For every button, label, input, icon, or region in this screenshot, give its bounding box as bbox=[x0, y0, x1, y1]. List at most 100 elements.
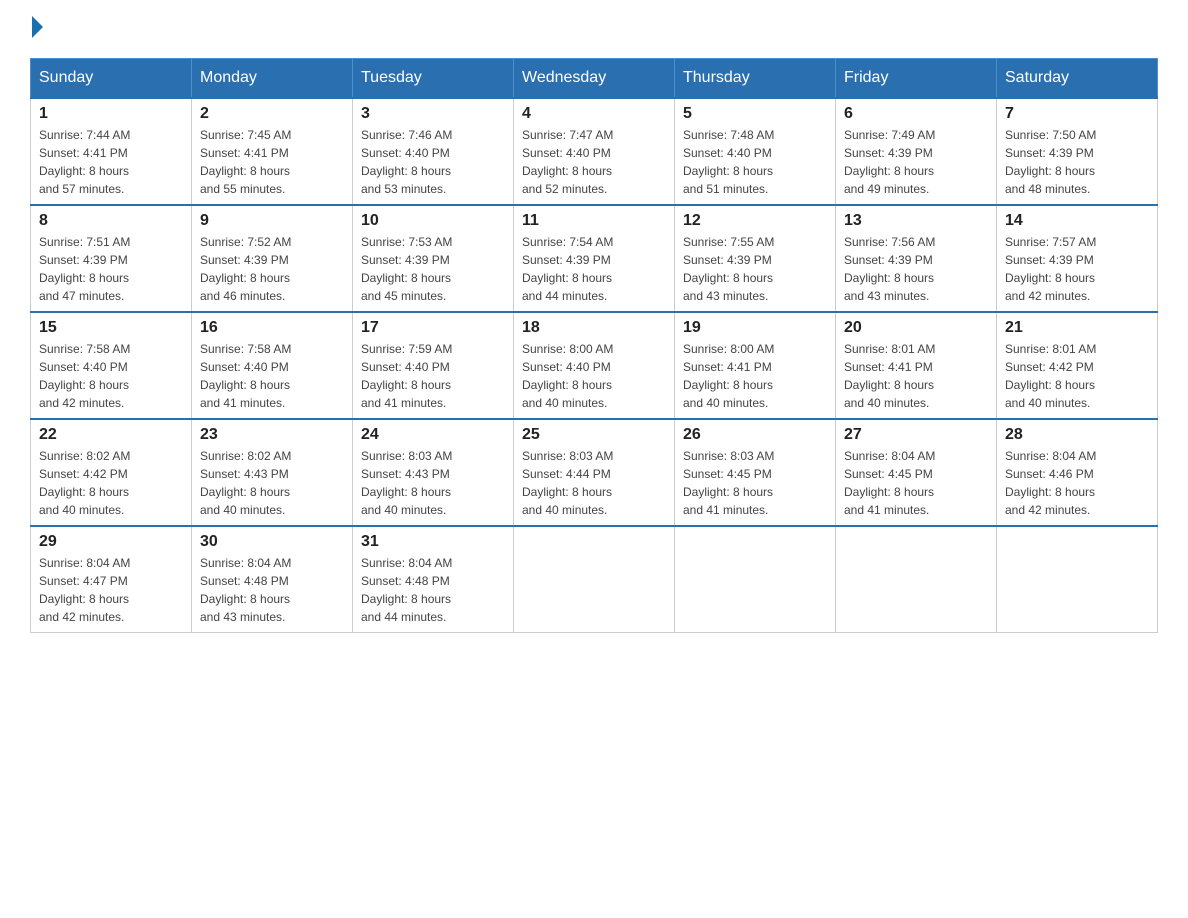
calendar-cell: 7 Sunrise: 7:50 AM Sunset: 4:39 PM Dayli… bbox=[997, 98, 1158, 205]
calendar-table: SundayMondayTuesdayWednesdayThursdayFrid… bbox=[30, 58, 1158, 633]
day-info: Sunrise: 7:58 AM Sunset: 4:40 PM Dayligh… bbox=[200, 340, 344, 412]
day-number: 18 bbox=[522, 319, 666, 337]
day-number: 23 bbox=[200, 426, 344, 444]
day-info: Sunrise: 8:02 AM Sunset: 4:42 PM Dayligh… bbox=[39, 447, 183, 519]
day-number: 13 bbox=[844, 212, 988, 230]
calendar-cell: 4 Sunrise: 7:47 AM Sunset: 4:40 PM Dayli… bbox=[514, 98, 675, 205]
day-number: 25 bbox=[522, 426, 666, 444]
day-number: 5 bbox=[683, 105, 827, 123]
calendar-cell: 2 Sunrise: 7:45 AM Sunset: 4:41 PM Dayli… bbox=[192, 98, 353, 205]
day-number: 27 bbox=[844, 426, 988, 444]
day-info: Sunrise: 8:03 AM Sunset: 4:44 PM Dayligh… bbox=[522, 447, 666, 519]
day-number: 31 bbox=[361, 533, 505, 551]
calendar-cell: 20 Sunrise: 8:01 AM Sunset: 4:41 PM Dayl… bbox=[836, 312, 997, 419]
calendar-cell: 11 Sunrise: 7:54 AM Sunset: 4:39 PM Dayl… bbox=[514, 205, 675, 312]
calendar-cell: 6 Sunrise: 7:49 AM Sunset: 4:39 PM Dayli… bbox=[836, 98, 997, 205]
week-row-4: 22 Sunrise: 8:02 AM Sunset: 4:42 PM Dayl… bbox=[31, 419, 1158, 526]
day-info: Sunrise: 8:00 AM Sunset: 4:41 PM Dayligh… bbox=[683, 340, 827, 412]
day-info: Sunrise: 7:58 AM Sunset: 4:40 PM Dayligh… bbox=[39, 340, 183, 412]
day-header-tuesday: Tuesday bbox=[353, 59, 514, 99]
calendar-cell bbox=[836, 526, 997, 633]
day-info: Sunrise: 8:03 AM Sunset: 4:43 PM Dayligh… bbox=[361, 447, 505, 519]
day-number: 16 bbox=[200, 319, 344, 337]
day-info: Sunrise: 7:56 AM Sunset: 4:39 PM Dayligh… bbox=[844, 233, 988, 305]
day-number: 20 bbox=[844, 319, 988, 337]
day-info: Sunrise: 7:48 AM Sunset: 4:40 PM Dayligh… bbox=[683, 126, 827, 198]
day-header-wednesday: Wednesday bbox=[514, 59, 675, 99]
calendar-cell: 15 Sunrise: 7:58 AM Sunset: 4:40 PM Dayl… bbox=[31, 312, 192, 419]
day-number: 7 bbox=[1005, 105, 1149, 123]
week-row-5: 29 Sunrise: 8:04 AM Sunset: 4:47 PM Dayl… bbox=[31, 526, 1158, 633]
calendar-cell: 26 Sunrise: 8:03 AM Sunset: 4:45 PM Dayl… bbox=[675, 419, 836, 526]
day-header-friday: Friday bbox=[836, 59, 997, 99]
calendar-cell: 30 Sunrise: 8:04 AM Sunset: 4:48 PM Dayl… bbox=[192, 526, 353, 633]
day-info: Sunrise: 7:57 AM Sunset: 4:39 PM Dayligh… bbox=[1005, 233, 1149, 305]
day-number: 8 bbox=[39, 212, 183, 230]
calendar-cell: 24 Sunrise: 8:03 AM Sunset: 4:43 PM Dayl… bbox=[353, 419, 514, 526]
day-number: 10 bbox=[361, 212, 505, 230]
day-number: 19 bbox=[683, 319, 827, 337]
day-info: Sunrise: 7:47 AM Sunset: 4:40 PM Dayligh… bbox=[522, 126, 666, 198]
day-info: Sunrise: 8:04 AM Sunset: 4:48 PM Dayligh… bbox=[200, 554, 344, 626]
calendar-cell: 1 Sunrise: 7:44 AM Sunset: 4:41 PM Dayli… bbox=[31, 98, 192, 205]
calendar-cell: 5 Sunrise: 7:48 AM Sunset: 4:40 PM Dayli… bbox=[675, 98, 836, 205]
day-info: Sunrise: 8:04 AM Sunset: 4:45 PM Dayligh… bbox=[844, 447, 988, 519]
day-number: 9 bbox=[200, 212, 344, 230]
calendar-cell: 12 Sunrise: 7:55 AM Sunset: 4:39 PM Dayl… bbox=[675, 205, 836, 312]
day-info: Sunrise: 8:02 AM Sunset: 4:43 PM Dayligh… bbox=[200, 447, 344, 519]
calendar-cell: 14 Sunrise: 7:57 AM Sunset: 4:39 PM Dayl… bbox=[997, 205, 1158, 312]
day-info: Sunrise: 7:45 AM Sunset: 4:41 PM Dayligh… bbox=[200, 126, 344, 198]
day-info: Sunrise: 8:03 AM Sunset: 4:45 PM Dayligh… bbox=[683, 447, 827, 519]
calendar-cell: 19 Sunrise: 8:00 AM Sunset: 4:41 PM Dayl… bbox=[675, 312, 836, 419]
day-info: Sunrise: 7:52 AM Sunset: 4:39 PM Dayligh… bbox=[200, 233, 344, 305]
day-number: 22 bbox=[39, 426, 183, 444]
day-number: 12 bbox=[683, 212, 827, 230]
day-info: Sunrise: 7:44 AM Sunset: 4:41 PM Dayligh… bbox=[39, 126, 183, 198]
day-header-monday: Monday bbox=[192, 59, 353, 99]
day-number: 6 bbox=[844, 105, 988, 123]
day-info: Sunrise: 7:46 AM Sunset: 4:40 PM Dayligh… bbox=[361, 126, 505, 198]
day-number: 17 bbox=[361, 319, 505, 337]
day-info: Sunrise: 8:04 AM Sunset: 4:48 PM Dayligh… bbox=[361, 554, 505, 626]
page-header bbox=[30, 20, 1158, 38]
calendar-cell: 23 Sunrise: 8:02 AM Sunset: 4:43 PM Dayl… bbox=[192, 419, 353, 526]
day-number: 24 bbox=[361, 426, 505, 444]
calendar-cell bbox=[514, 526, 675, 633]
day-info: Sunrise: 8:00 AM Sunset: 4:40 PM Dayligh… bbox=[522, 340, 666, 412]
calendar-cell: 17 Sunrise: 7:59 AM Sunset: 4:40 PM Dayl… bbox=[353, 312, 514, 419]
day-number: 3 bbox=[361, 105, 505, 123]
calendar-cell: 16 Sunrise: 7:58 AM Sunset: 4:40 PM Dayl… bbox=[192, 312, 353, 419]
day-number: 15 bbox=[39, 319, 183, 337]
day-number: 2 bbox=[200, 105, 344, 123]
calendar-cell: 25 Sunrise: 8:03 AM Sunset: 4:44 PM Dayl… bbox=[514, 419, 675, 526]
week-row-2: 8 Sunrise: 7:51 AM Sunset: 4:39 PM Dayli… bbox=[31, 205, 1158, 312]
day-number: 14 bbox=[1005, 212, 1149, 230]
calendar-cell: 9 Sunrise: 7:52 AM Sunset: 4:39 PM Dayli… bbox=[192, 205, 353, 312]
calendar-cell: 28 Sunrise: 8:04 AM Sunset: 4:46 PM Dayl… bbox=[997, 419, 1158, 526]
day-info: Sunrise: 7:53 AM Sunset: 4:39 PM Dayligh… bbox=[361, 233, 505, 305]
day-number: 4 bbox=[522, 105, 666, 123]
day-info: Sunrise: 7:55 AM Sunset: 4:39 PM Dayligh… bbox=[683, 233, 827, 305]
header-row: SundayMondayTuesdayWednesdayThursdayFrid… bbox=[31, 59, 1158, 99]
calendar-cell: 3 Sunrise: 7:46 AM Sunset: 4:40 PM Dayli… bbox=[353, 98, 514, 205]
day-number: 1 bbox=[39, 105, 183, 123]
week-row-1: 1 Sunrise: 7:44 AM Sunset: 4:41 PM Dayli… bbox=[31, 98, 1158, 205]
day-info: Sunrise: 8:04 AM Sunset: 4:47 PM Dayligh… bbox=[39, 554, 183, 626]
day-header-saturday: Saturday bbox=[997, 59, 1158, 99]
calendar-cell bbox=[997, 526, 1158, 633]
day-number: 29 bbox=[39, 533, 183, 551]
calendar-cell: 22 Sunrise: 8:02 AM Sunset: 4:42 PM Dayl… bbox=[31, 419, 192, 526]
logo bbox=[30, 20, 43, 38]
day-number: 30 bbox=[200, 533, 344, 551]
day-info: Sunrise: 7:59 AM Sunset: 4:40 PM Dayligh… bbox=[361, 340, 505, 412]
calendar-cell: 29 Sunrise: 8:04 AM Sunset: 4:47 PM Dayl… bbox=[31, 526, 192, 633]
day-info: Sunrise: 8:04 AM Sunset: 4:46 PM Dayligh… bbox=[1005, 447, 1149, 519]
day-number: 28 bbox=[1005, 426, 1149, 444]
calendar-cell: 13 Sunrise: 7:56 AM Sunset: 4:39 PM Dayl… bbox=[836, 205, 997, 312]
day-number: 26 bbox=[683, 426, 827, 444]
day-number: 11 bbox=[522, 212, 666, 230]
day-header-thursday: Thursday bbox=[675, 59, 836, 99]
logo-triangle-icon bbox=[32, 16, 43, 38]
day-info: Sunrise: 7:49 AM Sunset: 4:39 PM Dayligh… bbox=[844, 126, 988, 198]
calendar-cell: 18 Sunrise: 8:00 AM Sunset: 4:40 PM Dayl… bbox=[514, 312, 675, 419]
